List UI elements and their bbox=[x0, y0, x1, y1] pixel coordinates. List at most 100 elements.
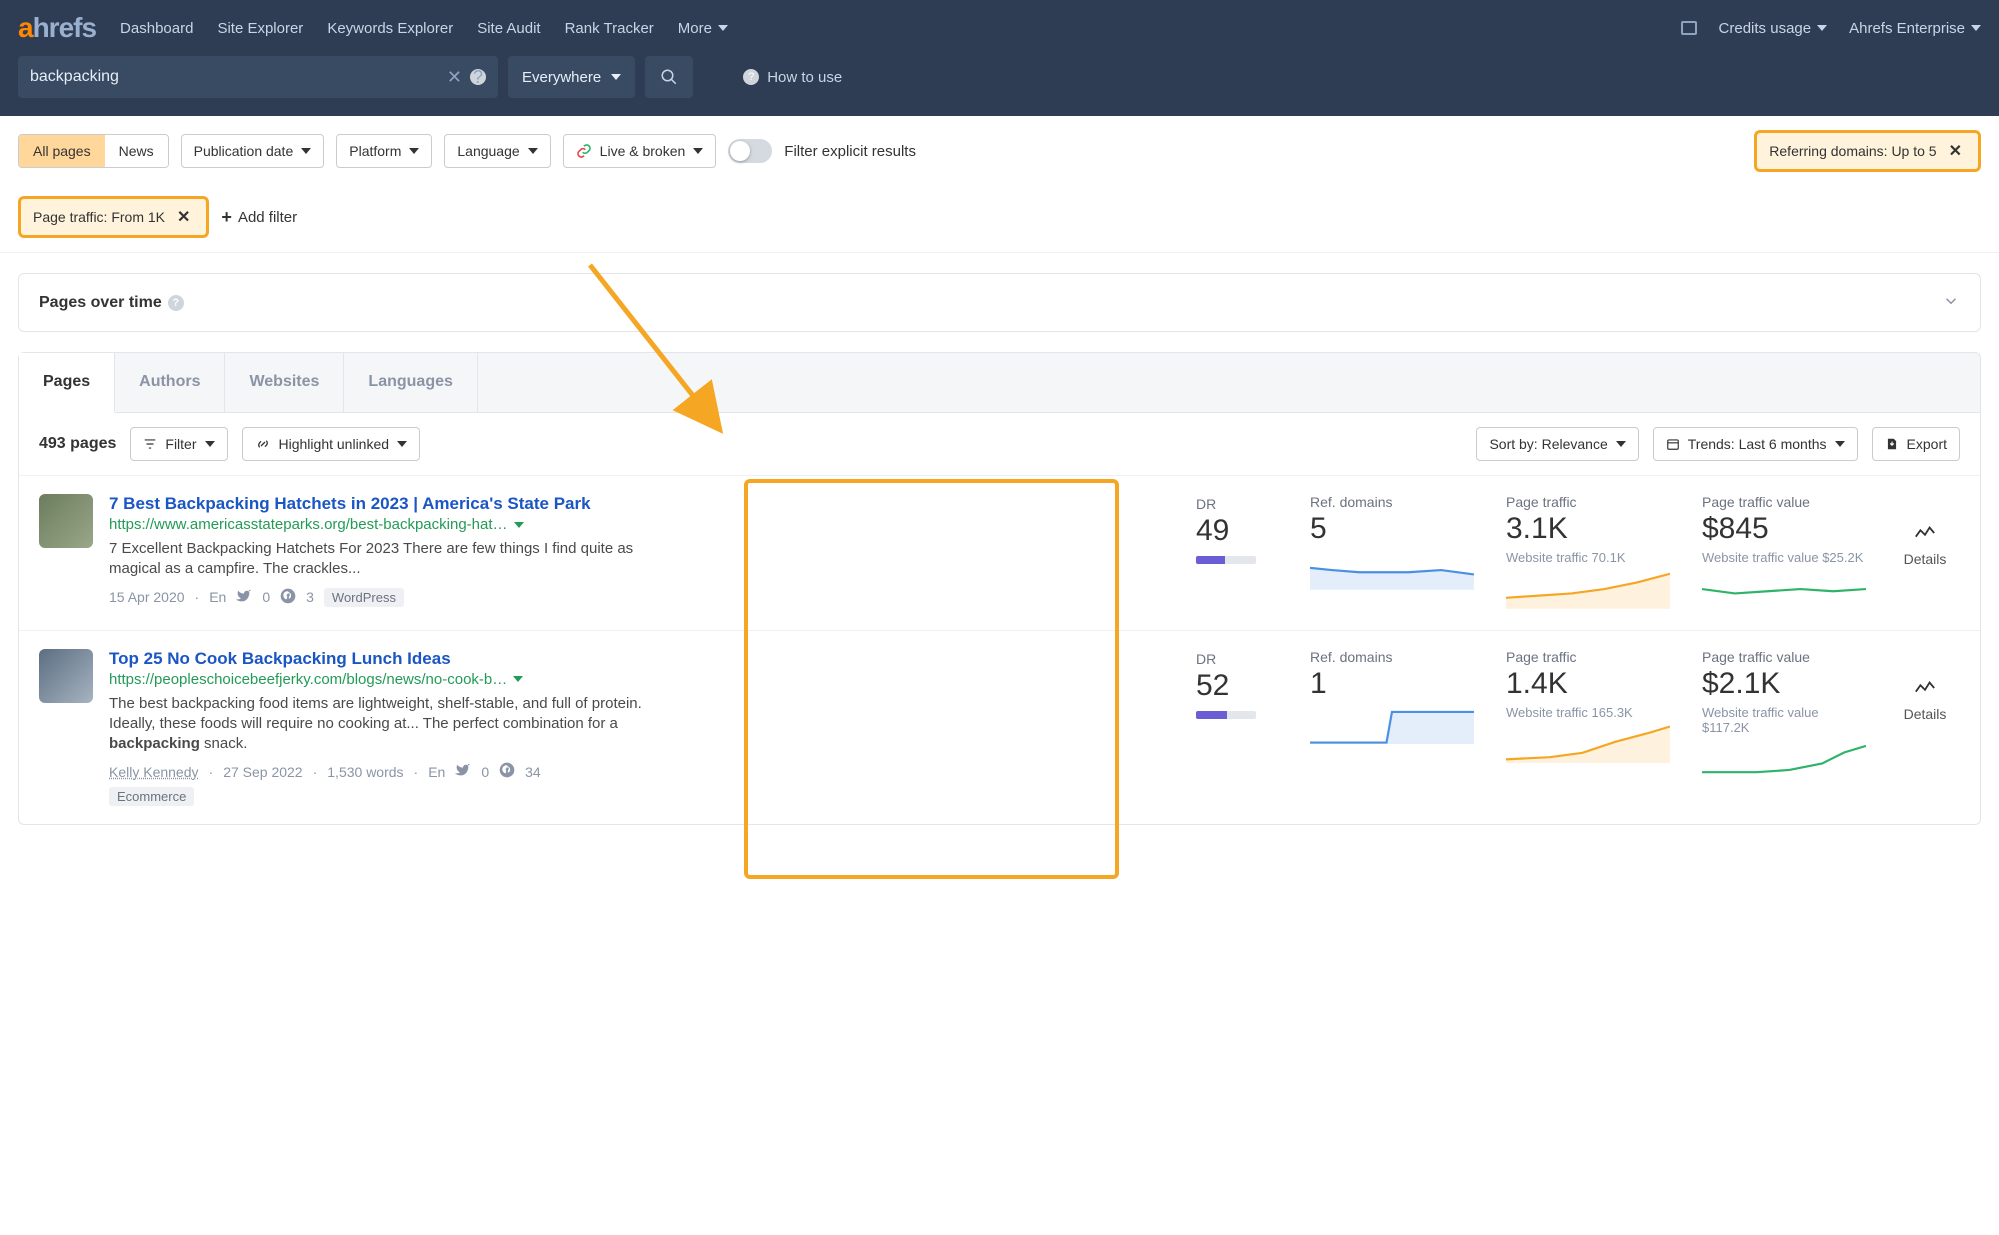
search-input[interactable] bbox=[30, 68, 439, 86]
logo[interactable]: ahrefs bbox=[18, 12, 96, 44]
nav-right: Credits usage Ahrefs Enterprise bbox=[1681, 20, 1981, 37]
meta-author[interactable]: Kelly Kennedy bbox=[109, 764, 199, 780]
card-head[interactable]: Pages over time ? bbox=[19, 274, 1980, 331]
filter-page-traffic[interactable]: Page traffic: From 1K ✕ bbox=[18, 196, 209, 238]
nav-site-explorer[interactable]: Site Explorer bbox=[217, 20, 303, 37]
export-button[interactable]: Export bbox=[1872, 427, 1960, 461]
sparkline-traffic bbox=[1506, 565, 1670, 609]
rtab-authors[interactable]: Authors bbox=[115, 353, 225, 412]
details-button[interactable]: Details bbox=[1890, 649, 1960, 807]
result-thumbnail[interactable] bbox=[39, 494, 93, 548]
meta-date: 27 Sep 2022 bbox=[223, 764, 302, 780]
sort-button[interactable]: Sort by: Relevance bbox=[1476, 427, 1638, 461]
explicit-toggle[interactable] bbox=[728, 139, 772, 163]
btn-label: Sort by: Relevance bbox=[1489, 436, 1607, 452]
top-nav: ahrefs Dashboard Site Explorer Keywords … bbox=[0, 0, 1999, 56]
platform-tag: Ecommerce bbox=[109, 787, 194, 806]
sparkline-value bbox=[1702, 565, 1866, 609]
pill-label: Live & broken bbox=[600, 143, 686, 159]
pages-news-tabs: All pages News bbox=[18, 134, 169, 168]
nav-site-audit[interactable]: Site Audit bbox=[477, 20, 540, 37]
logo-rest: hrefs bbox=[33, 12, 96, 43]
nav-credits[interactable]: Credits usage bbox=[1719, 20, 1828, 37]
metric-page-traffic: Page traffic 1.4K Website traffic 165.3K bbox=[1498, 649, 1678, 807]
details-label: Details bbox=[1904, 706, 1947, 722]
metric-traffic-value: Page traffic value $845 Website traffic … bbox=[1694, 494, 1874, 612]
result-rows: 7 Best Backpacking Hatchets in 2023 | Am… bbox=[19, 475, 1980, 824]
help-icon[interactable]: ? bbox=[470, 69, 486, 85]
pinterest-icon bbox=[499, 762, 515, 781]
help-icon[interactable]: ? bbox=[168, 295, 184, 311]
metric-sub: Website traffic value $25.2K bbox=[1702, 550, 1866, 565]
pill-label: Publication date bbox=[194, 143, 294, 159]
metric-value: 1.4K bbox=[1506, 667, 1670, 701]
url-text: https://www.americasstateparks.org/best-… bbox=[109, 516, 508, 533]
how-to-use-label: How to use bbox=[767, 69, 842, 86]
meta-twitter-count: 0 bbox=[481, 764, 489, 780]
explicit-label: Filter explicit results bbox=[784, 143, 916, 160]
search-box: ✕ ? bbox=[18, 56, 498, 98]
caret-down-icon bbox=[611, 74, 621, 80]
twitter-icon bbox=[455, 763, 471, 780]
nav-more[interactable]: More bbox=[678, 20, 728, 37]
how-to-use[interactable]: ? How to use bbox=[743, 69, 842, 86]
filter-platform[interactable]: Platform bbox=[336, 134, 432, 168]
pill-label: Referring domains: Up to 5 bbox=[1769, 143, 1936, 159]
device-icon[interactable] bbox=[1681, 21, 1697, 35]
rtab-languages[interactable]: Languages bbox=[344, 353, 477, 412]
unlink-icon bbox=[255, 436, 271, 452]
filter-live-broken[interactable]: Live & broken bbox=[563, 134, 717, 168]
tab-all-pages[interactable]: All pages bbox=[19, 135, 105, 167]
meta-lang: En bbox=[428, 764, 445, 780]
caret-down-icon bbox=[301, 148, 311, 154]
metric-sub: Website traffic 70.1K bbox=[1506, 550, 1670, 565]
result-title-link[interactable]: 7 Best Backpacking Hatchets in 2023 | Am… bbox=[109, 494, 1170, 514]
details-button[interactable]: Details bbox=[1890, 494, 1960, 612]
caret-down-icon[interactable] bbox=[514, 522, 524, 528]
metric-sub: Website traffic 165.3K bbox=[1506, 705, 1670, 720]
metric-value: 1 bbox=[1310, 667, 1474, 701]
btn-label: Highlight unlinked bbox=[279, 436, 390, 452]
nav-account[interactable]: Ahrefs Enterprise bbox=[1849, 20, 1981, 37]
nav-dashboard[interactable]: Dashboard bbox=[120, 20, 193, 37]
meta-date: 15 Apr 2020 bbox=[109, 589, 185, 605]
tab-news[interactable]: News bbox=[105, 135, 168, 167]
result-thumbnail[interactable] bbox=[39, 649, 93, 703]
remove-filter-icon[interactable]: ✕ bbox=[173, 207, 194, 227]
nav-keywords-explorer[interactable]: Keywords Explorer bbox=[327, 20, 453, 37]
result-url[interactable]: https://www.americasstateparks.org/best-… bbox=[109, 516, 524, 533]
metric-label: Ref. domains bbox=[1310, 649, 1474, 665]
calendar-icon bbox=[1666, 437, 1680, 451]
caret-down-icon[interactable] bbox=[513, 676, 523, 682]
metric-value: 5 bbox=[1310, 512, 1474, 546]
rtab-pages[interactable]: Pages bbox=[19, 353, 115, 413]
clear-icon[interactable]: ✕ bbox=[447, 67, 462, 88]
add-filter[interactable]: + Add filter bbox=[221, 207, 297, 228]
filter-language[interactable]: Language bbox=[444, 134, 550, 168]
chevron-down-icon[interactable] bbox=[1942, 292, 1960, 313]
scope-select[interactable]: Everywhere bbox=[508, 56, 635, 98]
pill-label: Language bbox=[457, 143, 519, 159]
btn-label: Export bbox=[1907, 436, 1947, 452]
result-url[interactable]: https://peopleschoicebeefjerky.com/blogs… bbox=[109, 671, 523, 688]
meta-pinterest-count: 34 bbox=[525, 764, 541, 780]
url-text: https://peopleschoicebeefjerky.com/blogs… bbox=[109, 671, 507, 688]
metric-traffic-value: Page traffic value $2.1K Website traffic… bbox=[1694, 649, 1874, 807]
highlight-unlinked-button[interactable]: Highlight unlinked bbox=[242, 427, 421, 461]
result-title-link[interactable]: Top 25 No Cook Backpacking Lunch Ideas bbox=[109, 649, 1170, 669]
result-meta: 15 Apr 2020 · En 0 3 WordPress bbox=[109, 588, 1170, 607]
result-meta-2: Ecommerce bbox=[109, 787, 1170, 806]
rtab-websites[interactable]: Websites bbox=[225, 353, 344, 412]
metric-value: $845 bbox=[1702, 512, 1866, 546]
nav-credits-label: Credits usage bbox=[1719, 20, 1812, 37]
trends-button[interactable]: Trends: Last 6 months bbox=[1653, 427, 1858, 461]
filter-button[interactable]: Filter bbox=[130, 427, 227, 461]
search-button[interactable] bbox=[645, 56, 693, 98]
trend-icon bbox=[1890, 524, 1960, 547]
metric-label: Page traffic value bbox=[1702, 649, 1866, 665]
metric-label: Page traffic bbox=[1506, 649, 1670, 665]
filter-referring-domains[interactable]: Referring domains: Up to 5 ✕ bbox=[1754, 130, 1981, 172]
remove-filter-icon[interactable]: ✕ bbox=[1945, 141, 1966, 161]
filter-publication-date[interactable]: Publication date bbox=[181, 134, 325, 168]
nav-rank-tracker[interactable]: Rank Tracker bbox=[565, 20, 654, 37]
